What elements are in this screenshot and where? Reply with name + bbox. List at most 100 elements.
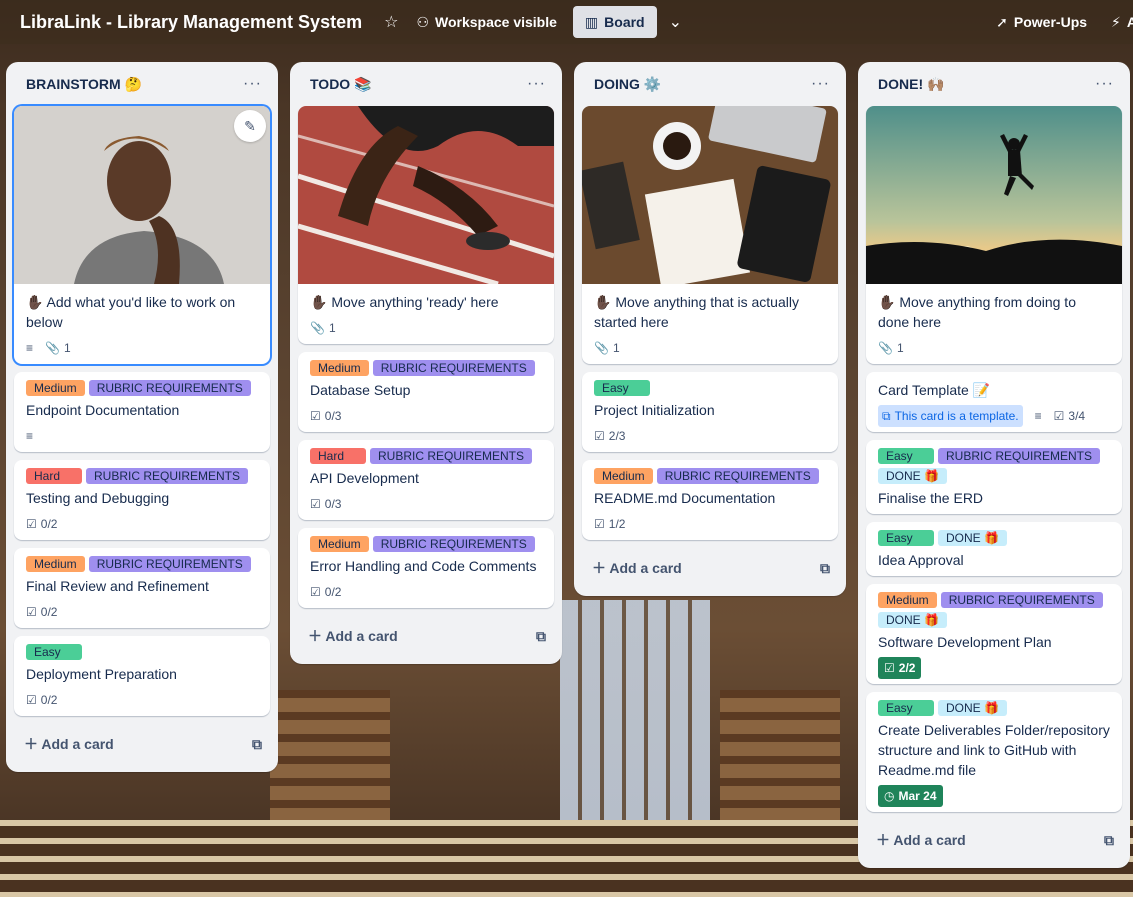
add-card-label: Add a card — [893, 832, 966, 848]
chevron-down-icon[interactable]: ⌄ — [669, 12, 682, 32]
card[interactable]: Easy DONE 🎁 Create Deliverables Folder/r… — [866, 692, 1122, 812]
label-easy[interactable]: Easy — [878, 530, 934, 546]
cover-card[interactable]: ✎ ✋🏿 Add what you'd like to work on belo… — [14, 106, 270, 364]
card-title: Error Handling and Code Comments — [310, 558, 537, 574]
label-rubric[interactable]: RUBRIC REQUIREMENTS — [940, 592, 1103, 608]
description-icon: ≡ — [26, 341, 34, 355]
more-icon[interactable]: ··· — [811, 75, 830, 93]
plus-icon: ＋ — [592, 560, 606, 576]
add-card-button[interactable]: ＋ Add a card ⧉ — [866, 820, 1122, 860]
list-title[interactable]: BRAINSTORM 🤔 — [26, 76, 142, 93]
attachment-count: 1 — [896, 341, 904, 355]
cover-card[interactable]: ✋🏿 Move anything from doing to done here… — [866, 106, 1122, 364]
checklist-complete-badge: ☑ 2/2 — [878, 657, 922, 679]
list-title[interactable]: DONE! 🙌🏽 — [878, 76, 944, 93]
label-rubric[interactable]: RUBRIC REQUIREMENTS — [370, 448, 533, 464]
edit-icon[interactable]: ✎ — [234, 110, 266, 142]
card[interactable]: Easy DONE 🎁 Idea Approval — [866, 522, 1122, 576]
card[interactable]: Medium RUBRIC REQUIREMENTS Database Setu… — [298, 352, 554, 432]
label-done[interactable]: DONE 🎁 — [878, 468, 947, 484]
visibility-button[interactable]: ⚇ Workspace visible — [416, 14, 556, 31]
label-medium[interactable]: Medium — [594, 468, 653, 484]
card[interactable]: Medium RUBRIC REQUIREMENTS README.md Doc… — [582, 460, 838, 540]
checklist-count: 0/2 — [40, 693, 58, 707]
checklist-badge: ☑ 0/3 — [310, 497, 341, 511]
card[interactable]: Medium RUBRIC REQUIREMENTS DONE 🎁 Softwa… — [866, 584, 1122, 684]
label-medium[interactable]: Medium — [310, 360, 369, 376]
paperclip-icon: 📎 — [878, 341, 893, 355]
label-hard[interactable]: Hard — [26, 468, 82, 484]
label-easy[interactable]: Easy — [878, 700, 934, 716]
add-card-button[interactable]: ＋ Add a card ⧉ — [298, 616, 554, 656]
label-done[interactable]: DONE 🎁 — [878, 612, 947, 628]
checkbox-icon: ☑ — [1053, 409, 1065, 423]
label-done[interactable]: DONE 🎁 — [938, 700, 1007, 716]
card[interactable]: Medium RUBRIC REQUIREMENTS Final Review … — [14, 548, 270, 628]
label-done[interactable]: DONE 🎁 — [938, 530, 1007, 546]
template-icon[interactable]: ⧉ — [536, 628, 546, 645]
board-title[interactable]: LibraLink - Library Management System — [20, 12, 362, 33]
card[interactable]: Medium RUBRIC REQUIREMENTS Endpoint Docu… — [14, 372, 270, 452]
template-icon[interactable]: ⧉ — [820, 560, 830, 577]
checklist-badge: ☑ 3/4 — [1054, 409, 1085, 423]
card-title: ✋🏿 Add what you'd like to work on below — [26, 294, 236, 330]
label-rubric[interactable]: RUBRIC REQUIREMENTS — [372, 360, 535, 376]
attachment-count: 1 — [328, 321, 336, 335]
card[interactable]: Hard RUBRIC REQUIREMENTS Testing and Deb… — [14, 460, 270, 540]
more-icon[interactable]: ··· — [243, 75, 262, 93]
list-title[interactable]: DOING ⚙️ — [594, 76, 661, 93]
checklist-count: 1/2 — [608, 517, 626, 531]
automation-button[interactable]: ⚡ A — [1111, 14, 1133, 31]
label-rubric[interactable]: RUBRIC REQUIREMENTS — [372, 536, 535, 552]
list-done: DONE! 🙌🏽 ··· ✋🏿 Move anything from doing… — [858, 62, 1130, 868]
card[interactable]: Easy Deployment Preparation ☑ 0/2 — [14, 636, 270, 716]
description-icon: ≡ — [1034, 409, 1042, 423]
label-medium[interactable]: Medium — [26, 556, 85, 572]
card-template[interactable]: Card Template 📝 ⧉ This card is a templat… — [866, 372, 1122, 432]
plus-icon: ＋ — [308, 628, 322, 644]
card-title: Testing and Debugging — [26, 490, 170, 506]
card[interactable]: Easy RUBRIC REQUIREMENTS DONE 🎁 Finalise… — [866, 440, 1122, 514]
checklist-count: 0/3 — [324, 497, 342, 511]
label-rubric[interactable]: RUBRIC REQUIREMENTS — [656, 468, 819, 484]
cover-image-sprinter — [298, 106, 554, 284]
cover-image-thinking-woman: ✎ — [14, 106, 270, 284]
checkbox-icon: ☑ — [310, 585, 321, 599]
label-easy[interactable]: Easy — [594, 380, 650, 396]
template-icon[interactable]: ⧉ — [252, 736, 262, 753]
label-rubric[interactable]: RUBRIC REQUIREMENTS — [938, 448, 1101, 464]
more-icon[interactable]: ··· — [1095, 75, 1114, 93]
card[interactable]: Hard RUBRIC REQUIREMENTS API Development… — [298, 440, 554, 520]
label-medium[interactable]: Medium — [878, 592, 937, 608]
add-card-button[interactable]: ＋ Add a card ⧉ — [14, 724, 270, 764]
label-rubric[interactable]: RUBRIC REQUIREMENTS — [88, 556, 251, 572]
clock-icon: ◷ — [884, 789, 895, 803]
power-ups-button[interactable]: ➚ Power-Ups — [996, 14, 1087, 31]
list-title[interactable]: TODO 📚 — [310, 76, 372, 93]
card[interactable]: Medium RUBRIC REQUIREMENTS Error Handlin… — [298, 528, 554, 608]
label-medium[interactable]: Medium — [26, 380, 85, 396]
label-rubric[interactable]: RUBRIC REQUIREMENTS — [88, 380, 251, 396]
due-date-badge[interactable]: ◷ Mar 24 — [878, 785, 943, 807]
paperclip-icon: 📎 — [310, 321, 325, 335]
label-medium[interactable]: Medium — [310, 536, 369, 552]
star-icon[interactable]: ☆ — [384, 12, 398, 32]
board-view-button[interactable]: ▥ Board — [572, 6, 657, 38]
cover-card[interactable]: ✋🏿 Move anything 'ready' here 📎 1 — [298, 106, 554, 344]
checklist-count: 0/2 — [40, 517, 58, 531]
cover-card[interactable]: ✋🏿 Move anything that is actually starte… — [582, 106, 838, 364]
label-easy[interactable]: Easy — [878, 448, 934, 464]
label-rubric[interactable]: RUBRIC REQUIREMENTS — [86, 468, 249, 484]
checkbox-icon: ☑ — [26, 517, 37, 531]
add-card-button[interactable]: ＋ Add a card ⧉ — [582, 548, 838, 588]
card-title: Software Development Plan — [878, 634, 1052, 650]
template-icon[interactable]: ⧉ — [1104, 832, 1114, 849]
cover-image-desk — [582, 106, 838, 284]
template-badge-label: This card is a template. — [894, 409, 1019, 423]
label-hard[interactable]: Hard — [310, 448, 366, 464]
more-icon[interactable]: ··· — [527, 75, 546, 93]
card[interactable]: Easy Project Initialization ☑ 2/3 — [582, 372, 838, 452]
description-icon: ≡ — [26, 429, 34, 443]
label-easy[interactable]: Easy — [26, 644, 82, 660]
card-title: README.md Documentation — [594, 490, 776, 506]
